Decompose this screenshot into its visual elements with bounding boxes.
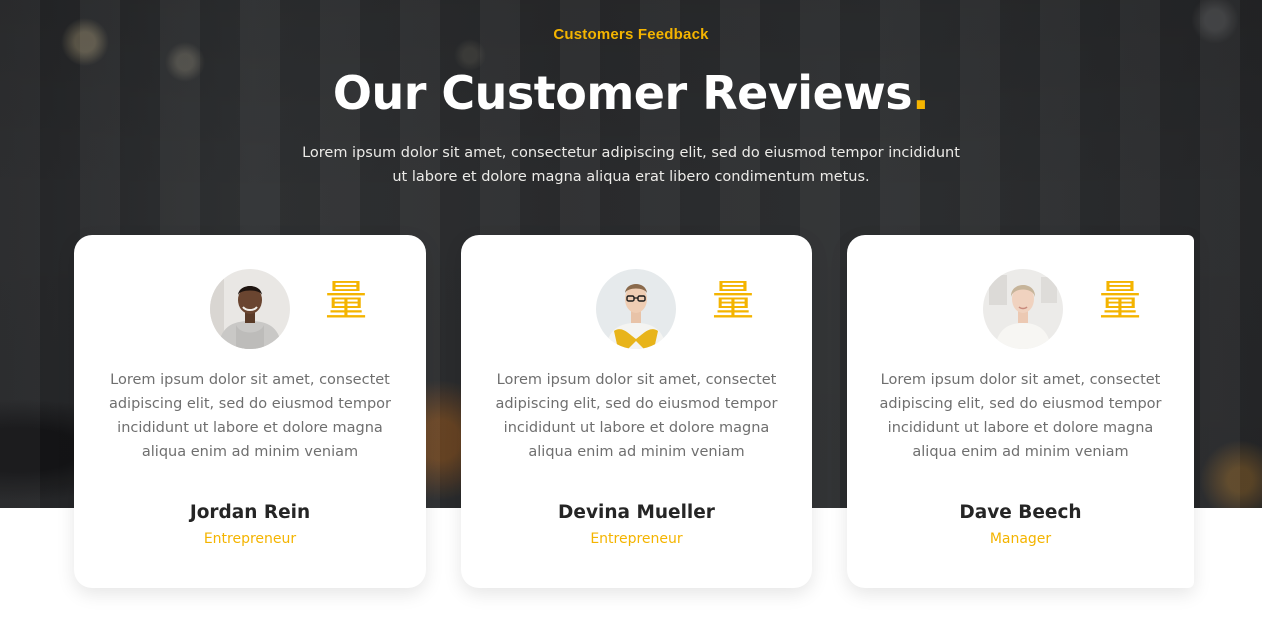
review-text: Lorem ipsum dolor sit amet, consectet ad… [495, 372, 778, 460]
quote-icon: 量 [324, 276, 367, 325]
section-eyebrow: Customers Feedback [553, 26, 709, 43]
customer-role: Manager [989, 531, 1052, 547]
quote-icon: 量 [1098, 276, 1141, 325]
review-text: Lorem ipsum dolor sit amet, consectet ad… [108, 372, 392, 460]
customer-name: Jordan Rein [189, 502, 311, 523]
quote-icon: 量 [711, 276, 754, 325]
title-accent-dot: . [912, 66, 930, 120]
customer-role: Entrepreneur [203, 531, 297, 547]
customer-name: Dave Beech [959, 502, 1082, 523]
review-text: Lorem ipsum dolor sit amet, consectet ad… [879, 372, 1162, 460]
customer-avatar [596, 269, 676, 349]
section-title-text: Our Customer Reviews [332, 66, 913, 120]
review-card: 量 Lorem ipsum dolor sit amet, consectet … [461, 235, 812, 588]
avatar-photo-icon [596, 269, 676, 349]
customer-role: Entrepreneur [590, 531, 683, 547]
customer-avatar [210, 269, 290, 349]
avatar-photo-icon [983, 269, 1063, 349]
review-card: 量 Lorem ipsum dolor sit amet, consectet … [74, 235, 426, 588]
section-subtitle: Lorem ipsum dolor sit amet, consectetur … [302, 145, 960, 185]
avatar-photo-icon [210, 269, 290, 349]
review-card: 量 Lorem ipsum dolor sit amet, consectet … [847, 235, 1194, 588]
customer-avatar [983, 269, 1063, 349]
customer-name: Devina Mueller [558, 502, 715, 523]
section-title: Our Customer Reviews. [0, 66, 1262, 120]
